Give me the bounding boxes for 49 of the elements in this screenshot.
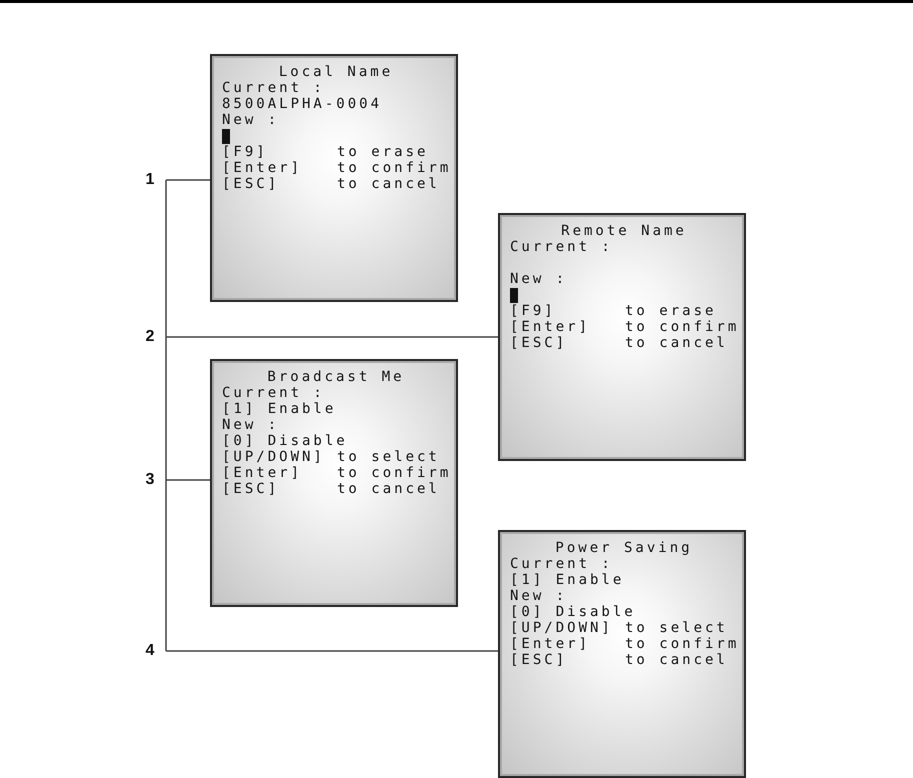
cursor-icon	[510, 288, 518, 302]
hint-text: to confirm	[625, 319, 740, 335]
hint-text: to cancel	[337, 481, 441, 497]
callout-number: 3	[144, 471, 156, 489]
key-hint: [Enter]	[222, 160, 304, 176]
current-value: [1] Enable	[510, 572, 624, 588]
leader-line	[166, 179, 210, 181]
field-label: Current :	[222, 385, 325, 401]
hint-text: to cancel	[625, 652, 729, 668]
hint-text: to confirm	[625, 636, 740, 652]
hint-text: to cancel	[337, 176, 441, 192]
screen-title: Remote Name	[561, 223, 687, 239]
field-label: New :	[510, 271, 568, 287]
new-value: [0] Disable	[222, 433, 348, 449]
field-label: Current :	[510, 556, 613, 572]
key-hint: [F9]	[222, 144, 269, 160]
callout-number: 2	[144, 328, 156, 346]
callout-number: 4	[144, 642, 156, 660]
screen-title: Local Name	[278, 64, 394, 80]
callout-number: 1	[144, 171, 156, 189]
hint-text: to erase	[625, 303, 718, 319]
hint-text: to cancel	[625, 335, 729, 351]
key-hint: [UP/DOWN]	[510, 620, 614, 636]
key-hint: [Enter]	[510, 636, 592, 652]
key-hint: [F9]	[510, 303, 557, 319]
new-value: [0] Disable	[510, 604, 636, 620]
cursor-icon	[222, 128, 230, 144]
current-value: 8500ALPHA-0004	[222, 96, 382, 112]
hint-text: to select	[337, 449, 441, 465]
current-value: [1] Enable	[222, 401, 336, 417]
key-hint: [Enter]	[510, 319, 592, 335]
field-label: New :	[510, 588, 568, 604]
hint-text: to erase	[337, 144, 430, 160]
key-hint: [ESC]	[510, 652, 568, 668]
key-hint: [UP/DOWN]	[222, 449, 326, 465]
leader-line	[166, 479, 210, 481]
key-hint: [ESC]	[222, 176, 280, 192]
hint-text: to select	[625, 620, 729, 636]
field-label: New :	[222, 112, 280, 128]
hint-text: to confirm	[337, 160, 452, 176]
screen-title: Broadcast Me	[267, 369, 405, 385]
key-hint: [Enter]	[222, 465, 304, 481]
key-hint: [ESC]	[222, 481, 280, 497]
key-hint: [ESC]	[510, 335, 568, 351]
hint-text: to confirm	[337, 465, 452, 481]
field-label: Current :	[510, 239, 613, 255]
field-label: New :	[222, 417, 280, 433]
field-label: Current :	[222, 80, 325, 96]
screen-title: Power Saving	[555, 540, 693, 556]
